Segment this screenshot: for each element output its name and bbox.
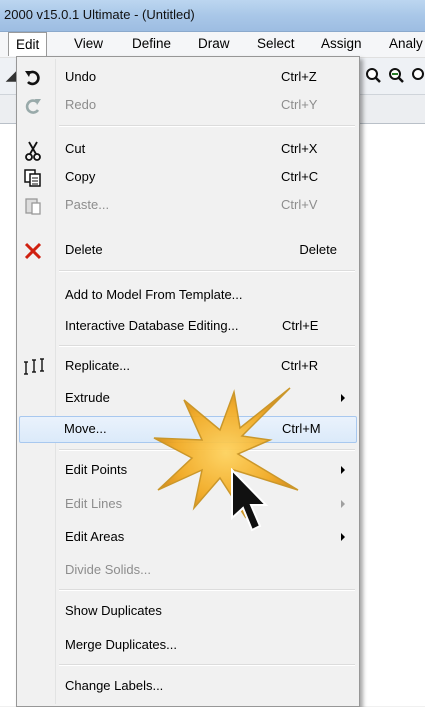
delete-x-icon: [23, 242, 43, 260]
menu-item-redo[interactable]: Redo Ctrl+Y: [19, 92, 357, 119]
paste-icon: [23, 197, 43, 215]
menu-separator: [59, 125, 355, 127]
menu-assign[interactable]: Assign: [321, 36, 362, 51]
submenu-arrow-icon: [341, 500, 345, 508]
menu-separator: [59, 449, 355, 451]
menu-item-change-labels[interactable]: Change Labels...: [19, 673, 357, 700]
edit-menu-dropdown: Undo Ctrl+Z Redo Ctrl+Y Cut Ctrl+X Copy …: [16, 56, 360, 707]
menu-separator: [59, 270, 355, 272]
menu-edit[interactable]: Edit: [8, 32, 48, 56]
menu-separator: [59, 589, 355, 591]
menu-bar: Edit View Define Draw Select Assign Anal…: [0, 32, 425, 58]
menu-item-show-duplicates[interactable]: Show Duplicates: [19, 598, 357, 625]
menu-item-extrude[interactable]: Extrude: [19, 385, 357, 412]
menu-draw[interactable]: Draw: [198, 36, 230, 51]
zoom-window-icon[interactable]: [388, 67, 404, 83]
menu-item-move[interactable]: Move... Ctrl+M: [19, 416, 357, 443]
menu-item-edit-lines[interactable]: Edit Lines: [19, 491, 357, 518]
menu-item-paste[interactable]: Paste... Ctrl+V: [19, 192, 357, 219]
submenu-arrow-icon: [341, 466, 345, 474]
cursor-icon: [231, 468, 269, 532]
menu-select[interactable]: Select: [257, 36, 295, 51]
menu-item-copy[interactable]: Copy Ctrl+C: [19, 164, 357, 191]
menu-separator: [59, 664, 355, 666]
menu-view[interactable]: View: [74, 36, 103, 51]
zoom-in-icon[interactable]: [365, 67, 381, 83]
menu-separator: [59, 345, 355, 347]
menu-item-interactive-database[interactable]: Interactive Database Editing... Ctrl+E: [19, 313, 357, 340]
menu-item-undo[interactable]: Undo Ctrl+Z: [19, 64, 357, 91]
replicate-icon: [23, 358, 44, 376]
window-title: 2000 v15.0.1 Ultimate - (Untitled): [4, 7, 195, 22]
undo-icon: [23, 69, 43, 87]
zoom-out-icon[interactable]: [411, 67, 425, 83]
submenu-arrow-icon: [341, 533, 345, 541]
title-bar: 2000 v15.0.1 Ultimate - (Untitled): [0, 0, 425, 32]
menu-analyze[interactable]: Analy: [389, 36, 423, 51]
menu-item-divide-solids[interactable]: Divide Solids...: [19, 557, 357, 584]
menu-define[interactable]: Define: [132, 36, 171, 51]
menu-item-merge-duplicates[interactable]: Merge Duplicates...: [19, 632, 357, 659]
menu-item-edit-points[interactable]: Edit Points: [19, 457, 357, 484]
menu-item-delete[interactable]: Delete Delete: [19, 237, 357, 264]
submenu-arrow-icon: [341, 394, 345, 402]
menu-item-cut[interactable]: Cut Ctrl+X: [19, 136, 357, 163]
copy-icon: [23, 169, 43, 187]
scissors-icon: [23, 141, 43, 161]
menu-item-edit-areas[interactable]: Edit Areas: [19, 524, 357, 551]
menu-item-add-from-template[interactable]: Add to Model From Template...: [19, 282, 357, 309]
menu-item-replicate[interactable]: Replicate... Ctrl+R: [19, 353, 357, 380]
redo-icon: [23, 97, 43, 115]
